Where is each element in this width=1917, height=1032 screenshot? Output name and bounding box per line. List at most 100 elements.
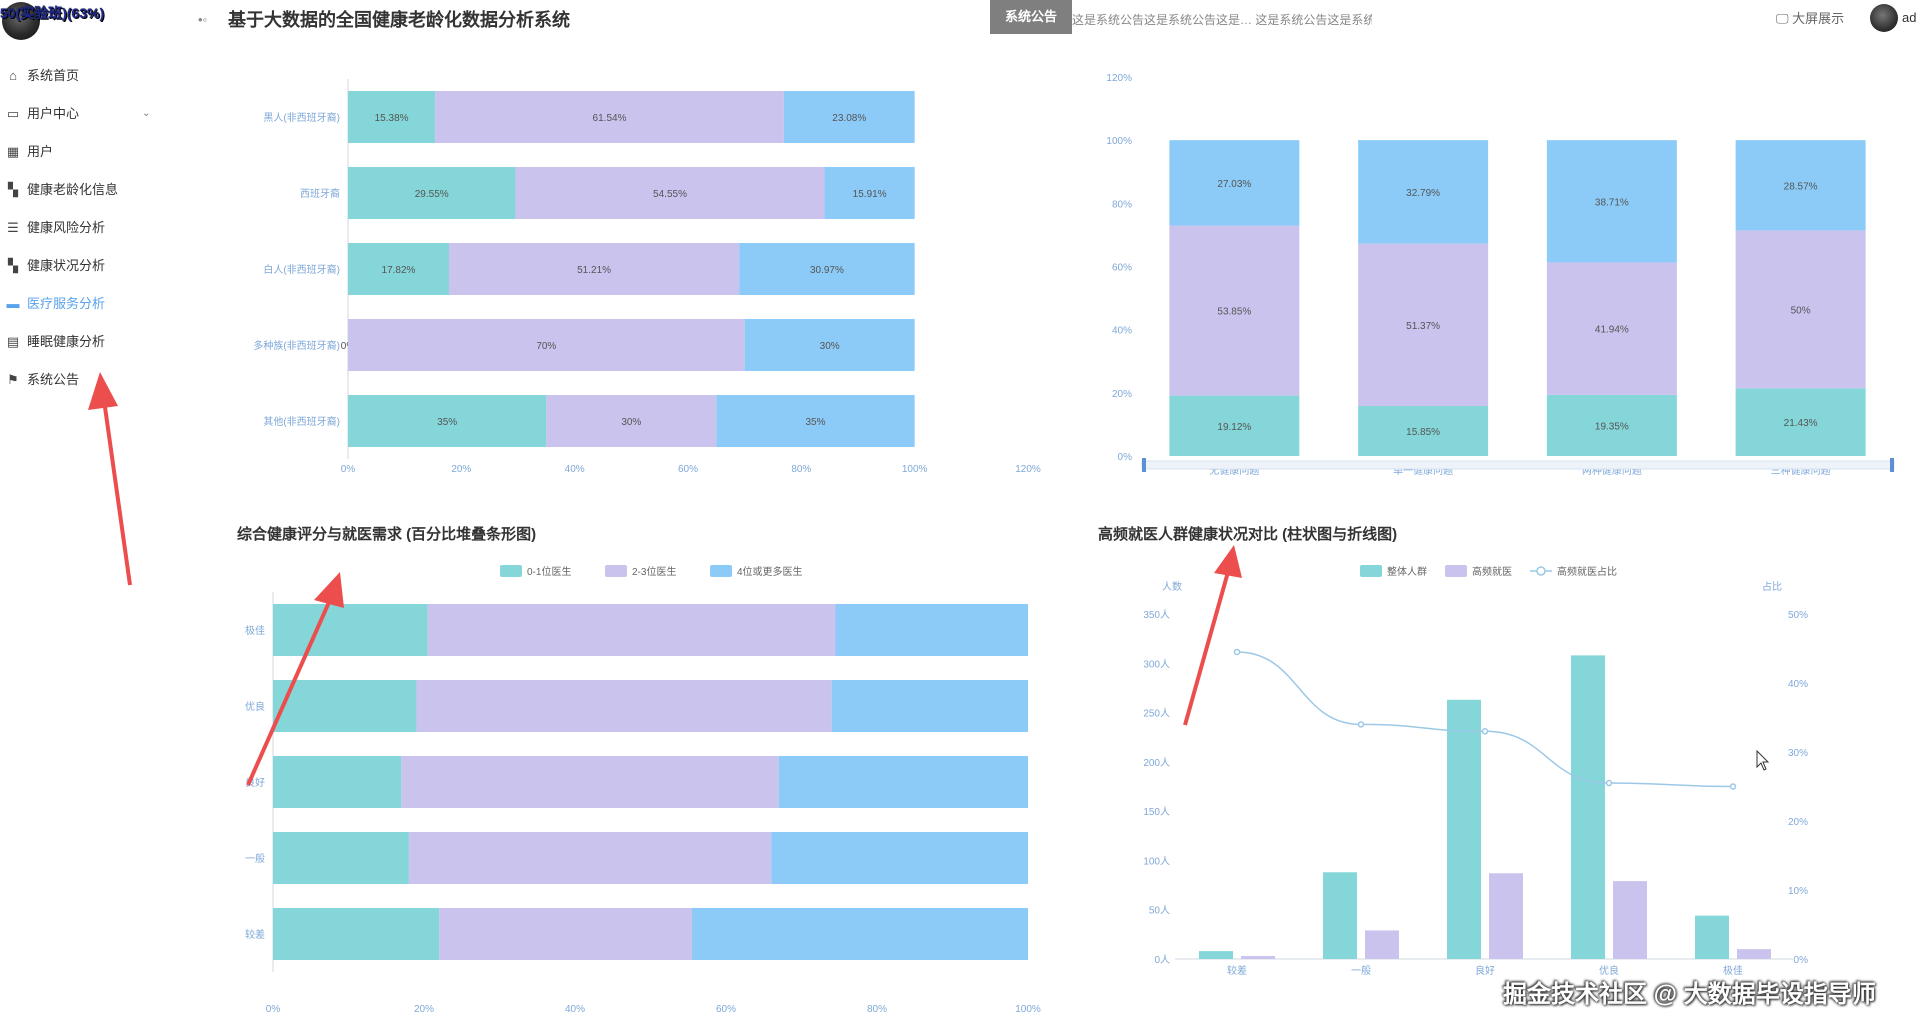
y-tick-label-left: 50人 — [1149, 905, 1170, 917]
sidebar-item-9[interactable]: ⚑ 系统公告 — [0, 367, 79, 393]
bar-segment — [439, 908, 693, 960]
x-tick-label: 60% — [678, 464, 698, 475]
x-tick-label: 100% — [1015, 1004, 1041, 1015]
legend-label[interactable]: 0-1位医生 — [527, 565, 571, 578]
data-label: 15.38% — [375, 113, 409, 124]
legend-swatch[interactable] — [500, 565, 522, 577]
bar-segment — [692, 908, 1028, 960]
data-label: 28.57% — [1784, 181, 1818, 192]
data-label: 21.43% — [1784, 418, 1818, 429]
sidebar-item-8[interactable]: ▤ 睡眠健康分析 — [0, 329, 105, 355]
y-tick-label-left: 0人 — [1154, 954, 1170, 966]
bar-segment — [778, 756, 1028, 808]
line-point — [1605, 779, 1613, 787]
page-title: 基于大数据的全国健康老龄化数据分析系统 — [228, 10, 570, 30]
y-tick-label-left: 250人 — [1143, 708, 1170, 720]
legend-swatch[interactable] — [605, 565, 627, 577]
x-tick-label: 0% — [266, 1004, 281, 1015]
chevron-down-icon: ⌄ — [142, 108, 151, 119]
data-label: 30% — [621, 417, 641, 428]
bar-segment — [835, 604, 1028, 656]
sidebar-item-6[interactable]: ▚ 健康状况分析 — [0, 253, 105, 279]
y-tick-label-right: 0% — [1794, 955, 1809, 966]
legend-label[interactable]: 4位或更多医生 — [737, 565, 803, 578]
sidebar-item-label: 健康风险分析 — [27, 220, 106, 235]
sidebar-item-3[interactable]: ▦ 用户 — [0, 139, 53, 165]
admin-avatar[interactable] — [1870, 4, 1898, 32]
legend-swatch[interactable] — [710, 565, 732, 577]
y-tick-label: 80% — [1112, 199, 1132, 210]
sidebar-item-5[interactable]: ☰ 健康风险分析 — [0, 215, 105, 241]
y-tick-label-right: 30% — [1788, 748, 1808, 759]
x-tick-label: 80% — [867, 1004, 887, 1015]
health-problems-stacked-column-chart: 0% 20% 40% 60% 80% 100% 120% 19.12% 53.85% 27.03%… — [1070, 60, 1910, 480]
zoom-slider-left-handle[interactable] — [1142, 458, 1146, 472]
data-label: 51.37% — [1406, 321, 1440, 332]
zoom-slider-track[interactable] — [1141, 460, 1895, 470]
legend-swatch[interactable] — [1445, 565, 1467, 577]
fullscreen-label: 大屏展示 — [1792, 11, 1845, 26]
bar-segment — [427, 604, 836, 656]
data-label: 32.79% — [1406, 188, 1440, 199]
data-label: 61.54% — [593, 113, 627, 124]
y-tick-label: 极佳 — [245, 624, 265, 637]
legend-label[interactable]: 高频就医占比 — [1557, 565, 1617, 578]
y-tick-label: 黑人(非西班牙裔) — [263, 111, 340, 124]
x-tick-label: 80% — [791, 464, 811, 475]
admin-name[interactable]: ad — [1902, 10, 1917, 25]
bar — [1695, 915, 1729, 959]
monitor-icon: ▬ — [6, 296, 20, 311]
home-icon: ⌂ — [9, 68, 17, 83]
bar — [1447, 699, 1481, 959]
fullscreen-button[interactable]: 🖵 大屏展示 — [1776, 8, 1844, 27]
x-tick-label: 40% — [565, 1004, 585, 1015]
bar-segment — [273, 908, 440, 960]
race-stacked-bar-chart: 黑人(非西班牙裔) 15.38% 61.54% 23.08% 西班牙裔 29.55% 54.… — [180, 60, 1060, 480]
monitor-icon: 🖵 — [1776, 11, 1789, 26]
bar-segment — [273, 832, 409, 884]
flag-icon: ⚑ — [7, 372, 19, 387]
x-tick-label: 100% — [902, 464, 928, 475]
apps-icon: ▚ — [8, 182, 18, 197]
collapse-menu-icon[interactable]: •◦ — [198, 12, 207, 27]
data-label: 30.97% — [810, 265, 844, 276]
legend-label[interactable]: 高频就医 — [1472, 565, 1512, 578]
y-tick-label: 60% — [1112, 263, 1132, 274]
y-tick-label: 西班牙裔 — [300, 187, 340, 200]
bar-segment — [273, 680, 417, 732]
username-label: 50(实验班)(63%) — [0, 5, 105, 21]
data-label: 30% — [820, 341, 840, 352]
notice-label: 系统公告 — [990, 0, 1072, 34]
sidebar-item-label: 用户中心 — [27, 106, 80, 121]
y-tick-label-right: 50% — [1788, 610, 1808, 621]
data-label: 15.85% — [1406, 427, 1440, 438]
clipboard-icon: ▤ — [6, 334, 20, 349]
bar — [1365, 930, 1399, 959]
sidebar-item-label: 睡眠健康分析 — [27, 334, 106, 349]
sidebar-item-2[interactable]: ▭ 用户中心 ⌄ — [0, 101, 151, 127]
sidebar-item-4[interactable]: ▚ 健康老龄化信息 — [0, 177, 118, 203]
legend-line-marker[interactable] — [1536, 566, 1546, 576]
bar-segment — [273, 756, 402, 808]
top-header: 50(实验班)(63%) •◦ 基于大数据的全国健康老龄化数据分析系统 系统公告… — [0, 0, 1917, 40]
legend-label[interactable]: 整体人群 — [1387, 565, 1427, 578]
bar-segment — [831, 680, 1028, 732]
sidebar-item-7[interactable]: ▬ 医疗服务分析 — [0, 291, 106, 317]
x-tick-label: 0% — [341, 464, 356, 475]
list-icon: ☰ — [7, 220, 19, 235]
data-label: 23.08% — [832, 113, 866, 124]
x-tick-label: 60% — [716, 1004, 736, 1015]
sidebar-item-1[interactable]: ⌂ 系统首页 — [0, 63, 79, 89]
sidebar-item-label: 用户 — [27, 144, 54, 159]
legend-swatch[interactable] — [1360, 565, 1382, 577]
zoom-slider-right-handle[interactable] — [1890, 458, 1894, 472]
line-point — [1481, 728, 1489, 735]
y-tick-label: 100% — [1106, 136, 1132, 147]
y-tick-label: 较差 — [245, 928, 265, 941]
data-label: 53.85% — [1217, 307, 1251, 318]
bar — [1571, 655, 1605, 959]
legend-label[interactable]: 2-3位医生 — [632, 565, 676, 578]
bar — [1613, 881, 1647, 959]
sidebar-item-label: 系统首页 — [27, 68, 80, 83]
y-tick-label-left: 350人 — [1143, 609, 1170, 621]
